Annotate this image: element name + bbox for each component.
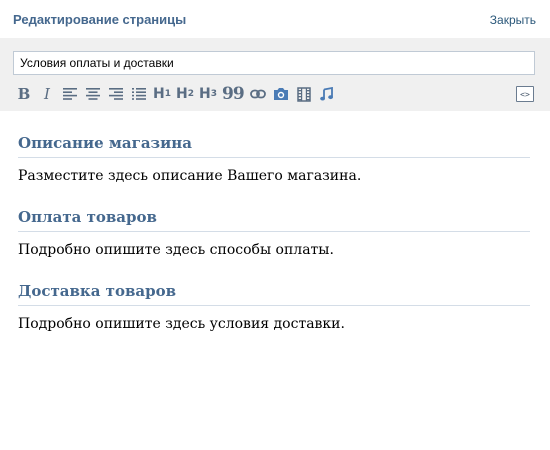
align-center-button[interactable] [84, 84, 102, 104]
list-icon [132, 88, 146, 100]
bullet-list-button[interactable] [130, 84, 148, 104]
heading-3-label: H [199, 86, 211, 102]
section-text: Подробно опишите здесь условия доставки. [18, 316, 345, 332]
link-button[interactable] [249, 84, 267, 104]
audio-button[interactable] [318, 84, 336, 104]
bold-button[interactable]: B [15, 84, 33, 104]
section-text: Подробно опишите здесь способы оплаты. [18, 242, 334, 258]
film-icon [296, 86, 311, 102]
section-shop-description: Описание магазина Разместите здесь описа… [18, 134, 530, 184]
heading-1-level: 1 [164, 89, 171, 99]
heading-3-level: 3 [210, 89, 217, 99]
align-right-button[interactable] [107, 84, 125, 104]
quote-button[interactable]: 99 [222, 84, 245, 104]
align-left-button[interactable] [61, 84, 79, 104]
section-text: Разместите здесь описание Вашего магазин… [18, 168, 362, 184]
italic-button[interactable]: I [38, 84, 56, 104]
section-heading: Описание магазина [18, 134, 530, 158]
page-content[interactable]: Описание магазина Разместите здесь описа… [18, 111, 530, 332]
section-payment: Оплата товаров Подробно опишите здесь сп… [18, 208, 530, 258]
source-code-button[interactable]: <> [516, 86, 534, 102]
heading-3-button[interactable]: H3 [199, 84, 217, 104]
align-center-icon [86, 88, 100, 100]
video-button[interactable] [295, 84, 313, 104]
editor-panel: B I H1 H2 H3 99 <> [0, 38, 550, 111]
formatting-toolbar: B I H1 H2 H3 99 [15, 83, 341, 105]
align-left-icon [63, 88, 77, 100]
link-icon [249, 89, 266, 99]
heading-2-level: 2 [187, 89, 194, 99]
section-heading: Оплата товаров [18, 208, 530, 232]
camera-icon [273, 88, 288, 100]
heading-2-button[interactable]: H2 [176, 84, 194, 104]
close-link[interactable]: Закрыть [490, 13, 536, 27]
heading-2-label: H [176, 86, 188, 102]
page-title: Редактирование страницы [13, 12, 187, 27]
music-note-icon [320, 87, 334, 101]
heading-1-label: H [153, 86, 165, 102]
section-delivery: Доставка товаров Подробно опишите здесь … [18, 282, 530, 332]
section-heading: Доставка товаров [18, 282, 530, 306]
page-title-input[interactable] [13, 51, 535, 75]
header: Редактирование страницы Закрыть [0, 0, 550, 38]
photo-button[interactable] [272, 84, 290, 104]
align-right-icon [109, 88, 123, 100]
heading-1-button[interactable]: H1 [153, 84, 171, 104]
